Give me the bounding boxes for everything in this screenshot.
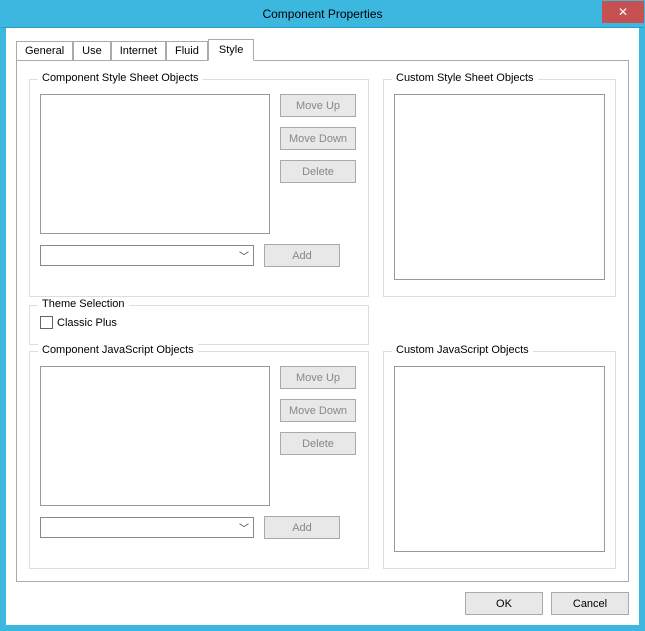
tab-label: Fluid [175, 45, 199, 57]
classic-plus-row: Classic Plus [40, 316, 358, 329]
close-icon: ✕ [618, 5, 628, 19]
button-label: Cancel [573, 598, 607, 610]
button-label: Delete [302, 438, 334, 450]
group-label: Component JavaScript Objects [38, 344, 198, 356]
titlebar: Component Properties ✕ [1, 1, 644, 28]
classic-plus-checkbox[interactable] [40, 316, 53, 329]
group-label: Component Style Sheet Objects [38, 72, 203, 84]
group-theme-selection: Theme Selection Classic Plus [29, 305, 369, 345]
delete-button[interactable]: Delete [280, 160, 356, 183]
chevron-down-icon: ﹀ [239, 248, 251, 263]
ok-button[interactable]: OK [465, 592, 543, 615]
tab-style[interactable]: Style [208, 39, 254, 61]
move-down-button[interactable]: Move Down [280, 399, 356, 422]
component-style-combo[interactable]: ﹀ [40, 245, 254, 266]
row-js-objects: Component JavaScript Objects Move Up Mov… [29, 345, 616, 569]
tab-fluid[interactable]: Fluid [166, 41, 208, 60]
custom-style-listbox[interactable] [394, 94, 605, 280]
button-label: Move Up [296, 100, 340, 112]
button-label: OK [496, 598, 512, 610]
group-custom-style: Custom Style Sheet Objects [383, 79, 616, 297]
add-button[interactable]: Add [264, 244, 340, 267]
move-up-button[interactable]: Move Up [280, 94, 356, 117]
group-label: Custom Style Sheet Objects [392, 72, 538, 84]
component-js-listbox[interactable] [40, 366, 270, 506]
content-area: General Use Internet Fluid Style Compone… [1, 28, 644, 630]
move-down-button[interactable]: Move Down [280, 127, 356, 150]
tab-internet[interactable]: Internet [111, 41, 166, 60]
dialog-footer: OK Cancel [16, 582, 629, 615]
button-label: Add [292, 522, 312, 534]
button-label: Move Down [289, 133, 347, 145]
tab-use[interactable]: Use [73, 41, 111, 60]
custom-js-listbox[interactable] [394, 366, 605, 552]
button-label: Move Up [296, 372, 340, 384]
tab-general[interactable]: General [16, 41, 73, 60]
group-label: Custom JavaScript Objects [392, 344, 533, 356]
cancel-button[interactable]: Cancel [551, 592, 629, 615]
move-up-button[interactable]: Move Up [280, 366, 356, 389]
tab-label: General [25, 45, 64, 57]
row-style-objects: Component Style Sheet Objects Move Up Mo… [29, 73, 616, 297]
tab-label: Style [219, 44, 243, 56]
window-title: Component Properties [262, 7, 382, 21]
add-button[interactable]: Add [264, 516, 340, 539]
button-label: Move Down [289, 405, 347, 417]
delete-button[interactable]: Delete [280, 432, 356, 455]
component-js-combo[interactable]: ﹀ [40, 517, 254, 538]
group-custom-js: Custom JavaScript Objects [383, 351, 616, 569]
tab-label: Use [82, 45, 102, 57]
button-label: Delete [302, 166, 334, 178]
close-button[interactable]: ✕ [602, 1, 644, 23]
tab-label: Internet [120, 45, 157, 57]
group-label: Theme Selection [38, 298, 129, 310]
tab-body-style: Component Style Sheet Objects Move Up Mo… [16, 60, 629, 582]
group-component-js: Component JavaScript Objects Move Up Mov… [29, 351, 369, 569]
checkbox-label: Classic Plus [57, 317, 117, 329]
component-style-listbox[interactable] [40, 94, 270, 234]
tabstrip: General Use Internet Fluid Style [16, 38, 629, 60]
button-label: Add [292, 250, 312, 262]
chevron-down-icon: ﹀ [239, 520, 251, 535]
dialog-window: Component Properties ✕ General Use Inter… [0, 0, 645, 631]
group-component-style: Component Style Sheet Objects Move Up Mo… [29, 79, 369, 297]
